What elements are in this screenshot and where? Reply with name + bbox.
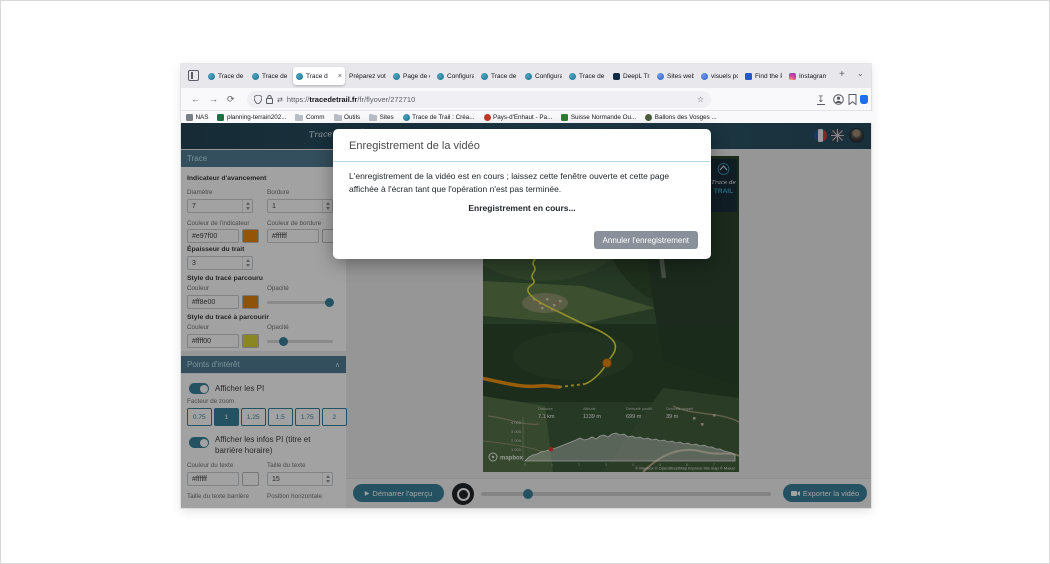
extension-pin-icon[interactable] xyxy=(860,95,868,104)
firefox-view-icon[interactable] xyxy=(188,70,199,81)
tab-trace-active[interactable]: Trace d× xyxy=(293,67,345,85)
bookmark-pays-denhaut[interactable]: Pays-d'Enhaut - Pa... xyxy=(484,114,553,121)
tab-config-2[interactable]: Configura xyxy=(522,67,565,85)
tab-trace-2[interactable]: Trace de xyxy=(249,67,292,85)
bookmark-folder-outils[interactable]: Outils xyxy=(334,114,361,121)
modal-divider xyxy=(333,161,711,162)
globe-favicon xyxy=(701,73,708,80)
folder-icon xyxy=(295,115,303,121)
bookmark-star-icon[interactable]: ☆ xyxy=(697,95,704,104)
tracking-protection-icon[interactable]: ⇄ xyxy=(277,96,283,104)
tab-bar: Trace de T Trace de Trace d× Préparez vo… xyxy=(181,64,871,88)
tracedetrail-favicon xyxy=(296,73,303,80)
bookmarks-bar: NAS planning-terrain202... Comm Outils S… xyxy=(181,111,876,123)
tab-config-1[interactable]: Configura xyxy=(434,67,477,85)
close-tab-icon[interactable]: × xyxy=(338,73,342,80)
save-page-icon[interactable] xyxy=(848,94,857,105)
address-field[interactable]: ⇄ https://tracedetrail.fr/fr/flyover/272… xyxy=(247,91,711,108)
reload-icon[interactable]: ⟳ xyxy=(227,95,235,104)
tab-sites-web[interactable]: Sites web xyxy=(654,67,697,85)
recording-modal: Enregistrement de la vidéo L'enregistrem… xyxy=(333,129,711,259)
modal-body-text: L'enregistrement de la vidéo est en cour… xyxy=(349,170,695,196)
tracedetrail-favicon xyxy=(437,73,444,80)
url-text: https://tracedetrail.fr/fr/flyover/27271… xyxy=(287,95,415,104)
tab-page[interactable]: Page de c xyxy=(390,67,433,85)
bookmark-planning[interactable]: planning-terrain202... xyxy=(217,114,286,121)
tab-trace-3[interactable]: Trace de T xyxy=(478,67,521,85)
screenshot-canvas: Trace de T Trace de Trace d× Préparez vo… xyxy=(0,0,1050,564)
tracedetrail-favicon xyxy=(481,73,488,80)
tab-trace-1[interactable]: Trace de T xyxy=(205,67,248,85)
tracedetrail-icon xyxy=(403,114,410,121)
tracedetrail-favicon xyxy=(393,73,400,80)
tracedetrail-favicon xyxy=(252,73,259,80)
tab-deepl[interactable]: DeepL Tra xyxy=(610,67,653,85)
url-bar: ← → ⟳ ⇄ https://tracedetrail.fr/fr/flyov… xyxy=(181,88,871,111)
forward-icon[interactable]: → xyxy=(209,95,218,104)
tab-trace-4[interactable]: Trace de T xyxy=(566,67,609,85)
lock-icon xyxy=(266,95,273,104)
bookmark-ballons-vosges[interactable]: Ballons des Vosges ... xyxy=(645,114,716,121)
cancel-recording-button[interactable]: Annuler l'enregistrement xyxy=(594,231,698,249)
tracedetrail-favicon xyxy=(569,73,576,80)
shield-icon xyxy=(254,95,262,104)
bookmark-tracedetrail[interactable]: Trace de Trail : Créa... xyxy=(403,114,475,121)
bookmark-folder-comm[interactable]: Comm xyxy=(295,114,324,121)
bookmark-nas[interactable]: NAS xyxy=(186,114,208,121)
folder-icon xyxy=(334,115,342,121)
green-site-icon xyxy=(561,114,568,121)
tracedetrail-favicon xyxy=(525,73,532,80)
blue-square-favicon xyxy=(745,73,752,80)
tab-visuels[interactable]: visuels po xyxy=(698,67,741,85)
spreadsheet-icon xyxy=(217,114,224,121)
back-icon[interactable]: ← xyxy=(191,95,200,104)
nas-icon xyxy=(186,114,193,121)
download-icon[interactable]: ↧ xyxy=(817,95,825,105)
bookmark-folder-sites[interactable]: Sites xyxy=(369,114,394,121)
browser-window: Trace de T Trace de Trace d× Préparez vo… xyxy=(181,64,871,508)
globe-favicon xyxy=(657,73,664,80)
flower-icon xyxy=(484,114,491,121)
tab-preparez[interactable]: Préparez votr xyxy=(346,67,389,85)
account-icon[interactable] xyxy=(833,94,844,105)
folder-icon xyxy=(369,115,377,121)
tab-find[interactable]: Find the P xyxy=(742,67,785,85)
deepl-favicon xyxy=(613,73,620,80)
instagram-favicon xyxy=(789,73,796,80)
recording-status: Enregistrement en cours... xyxy=(333,203,711,213)
park-icon xyxy=(645,114,652,121)
tracedetrail-favicon xyxy=(208,73,215,80)
list-all-tabs-icon[interactable]: ⌄ xyxy=(857,70,864,78)
bookmark-suisse-normande[interactable]: Suisse Normande Ou... xyxy=(561,114,636,121)
new-tab-button[interactable]: + xyxy=(839,70,845,80)
tab-instagram[interactable]: Instagram xyxy=(786,67,829,85)
modal-title: Enregistrement de la vidéo xyxy=(349,140,480,152)
